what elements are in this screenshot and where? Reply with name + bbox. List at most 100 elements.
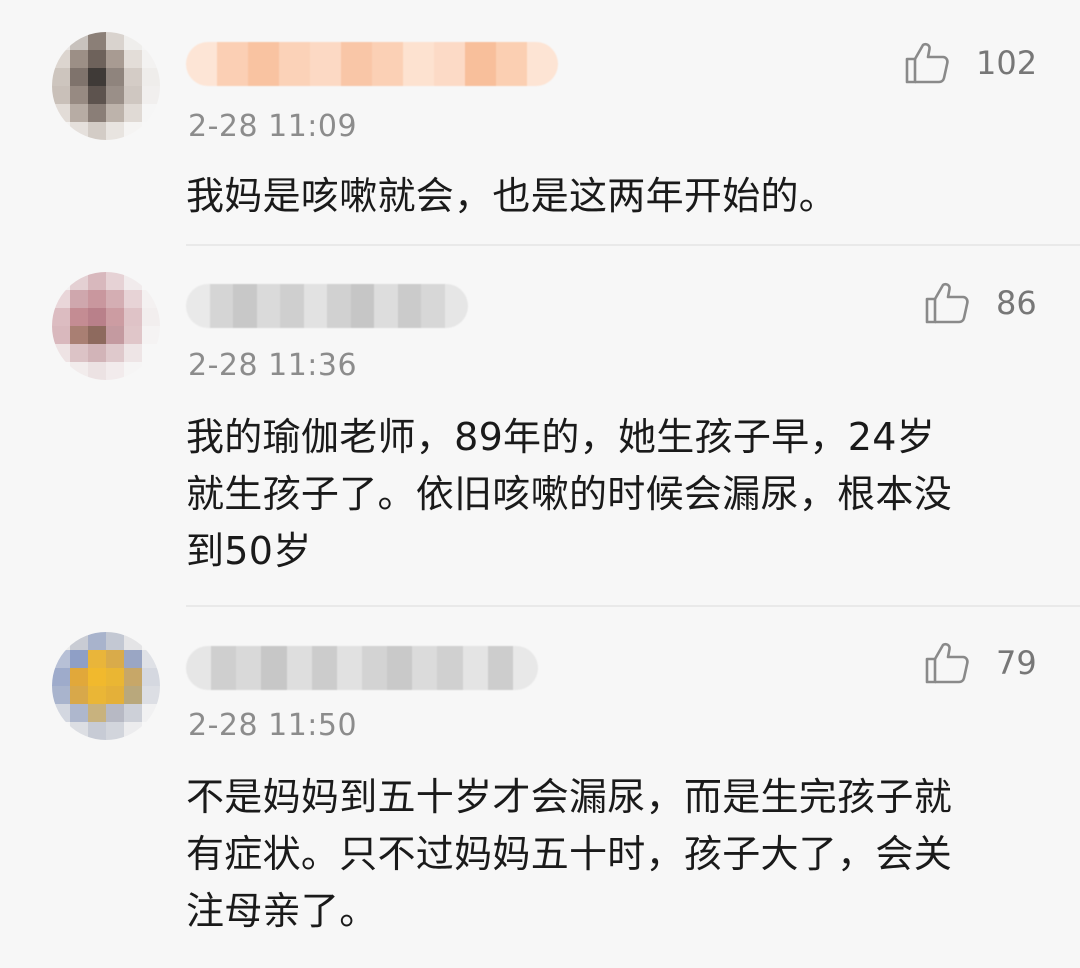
avatar-pixel [88, 686, 106, 704]
avatar[interactable] [52, 632, 160, 740]
username-pixel [512, 646, 538, 690]
avatar-pixel [70, 722, 88, 740]
avatar-pixel [124, 326, 142, 344]
avatar-pixel [70, 32, 88, 50]
avatar-pixel [88, 290, 106, 308]
avatar-pixel [70, 344, 88, 362]
username-pixel [303, 284, 327, 328]
username-pixel [280, 284, 304, 328]
comment-text: 不是妈妈到五十岁才会漏尿，而是生完孩子就 有症状。只不过妈妈五十时，孩子大了，会… [186, 769, 1036, 940]
avatar-pixel [106, 32, 124, 50]
comment-text-line: 我的瑜伽老师，89年的，她生孩子早，24岁 [186, 415, 936, 459]
avatar-pixel [124, 650, 142, 668]
username-blurred[interactable] [186, 646, 538, 690]
avatar-pixel [106, 362, 124, 380]
avatar-pixel [106, 326, 124, 344]
username-pixel [341, 42, 372, 86]
avatar-pixel [70, 50, 88, 68]
username-pixel [444, 284, 468, 328]
avatar-pixel [88, 104, 106, 122]
avatar-pixel [106, 50, 124, 68]
avatar-pixel [106, 86, 124, 104]
avatar-pixel [142, 104, 160, 122]
avatar-pixel [106, 632, 124, 650]
username-pixel [186, 42, 217, 86]
avatar-pixel [88, 326, 106, 344]
avatar-pixel [88, 722, 106, 740]
avatar-pixel [70, 308, 88, 326]
avatar-pixel [88, 68, 106, 86]
avatar-pixel [52, 308, 70, 326]
avatar-pixel [142, 722, 160, 740]
avatar-pixel [70, 68, 88, 86]
avatar-pixel [106, 272, 124, 290]
avatar-pixel [124, 722, 142, 740]
avatar-pixel [142, 632, 160, 650]
avatar-pixel [124, 704, 142, 722]
like-button[interactable]: 79 [924, 640, 1037, 686]
avatar[interactable] [52, 272, 160, 380]
avatar-pixel [52, 68, 70, 86]
comment-time: 2-28 11:09 [188, 109, 358, 144]
thumbs-up-icon [925, 642, 969, 684]
username-pixel [209, 284, 233, 328]
username-pixel [286, 646, 312, 690]
avatar-pixel [106, 686, 124, 704]
avatar-pixel [142, 290, 160, 308]
username-pixel [403, 42, 434, 86]
avatar-pixel [70, 104, 88, 122]
avatar-pixel [142, 68, 160, 86]
username-pixel [465, 42, 496, 86]
divider [186, 605, 1080, 607]
avatar-pixel [142, 344, 160, 362]
username-pixel [186, 284, 210, 328]
avatar-pixel [124, 632, 142, 650]
avatar-pixel [106, 722, 124, 740]
like-button[interactable]: 86 [924, 280, 1037, 326]
avatar-pixel [52, 326, 70, 344]
avatar-pixel [124, 104, 142, 122]
comment-text-line: 有症状。只不过妈妈五十时，孩子大了，会关 [186, 832, 953, 876]
avatar-pixel [124, 362, 142, 380]
avatar-pixel [124, 32, 142, 50]
avatar-pixel [52, 86, 70, 104]
username-pixel [487, 646, 513, 690]
avatar-pixel [70, 362, 88, 380]
avatar-pixel [106, 650, 124, 668]
avatar-pixel [124, 686, 142, 704]
avatar-pixel [70, 650, 88, 668]
avatar-pixel [88, 50, 106, 68]
avatar-pixel [142, 686, 160, 704]
avatar[interactable] [52, 32, 160, 140]
avatar-pixel [52, 272, 70, 290]
username-pixel [233, 284, 257, 328]
username-pixel [256, 284, 280, 328]
username-blurred[interactable] [186, 42, 558, 86]
like-count: 86 [996, 284, 1037, 322]
avatar-pixel [106, 344, 124, 362]
avatar-pixel [124, 68, 142, 86]
comment-text-line: 我妈是咳嗽就会，也是这两年开始的。 [186, 174, 838, 218]
avatar-pixel [52, 704, 70, 722]
avatar-pixel [124, 668, 142, 686]
username-pixel [361, 646, 388, 690]
username-pixel [462, 646, 488, 690]
avatar-pixel [70, 686, 88, 704]
comment-text: 我妈是咳嗽就会，也是这两年开始的。 [186, 168, 1036, 225]
avatar-pixel [142, 362, 160, 380]
username-pixel [186, 646, 212, 690]
avatar-pixel [124, 272, 142, 290]
avatar-pixel [52, 686, 70, 704]
avatar-pixel [88, 344, 106, 362]
avatar-pixel [52, 650, 70, 668]
username-pixel [279, 42, 310, 86]
username-blurred[interactable] [186, 284, 468, 328]
avatar-pixel [88, 632, 106, 650]
username-pixel [261, 646, 287, 690]
avatar-pixel [52, 104, 70, 122]
avatar-pixel [70, 86, 88, 104]
like-button[interactable]: 102 [904, 40, 1037, 86]
avatar-pixel [124, 86, 142, 104]
avatar-pixel [52, 668, 70, 686]
avatar-pixel [142, 272, 160, 290]
